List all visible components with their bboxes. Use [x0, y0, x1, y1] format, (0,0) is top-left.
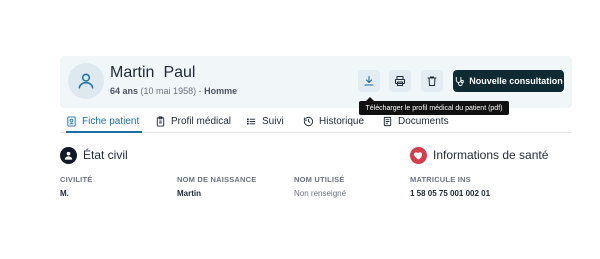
- active-tab-indicator: [66, 131, 142, 133]
- clipboard-icon: [156, 115, 165, 127]
- section-etat-civil: État civil: [60, 145, 128, 165]
- field-label-nom-naissance: NOM DE NAISSANCE: [177, 175, 257, 184]
- stethoscope-icon: [456, 76, 465, 86]
- patient-subinfo: 64 ans (10 mai 1958) - Homme: [110, 86, 237, 96]
- subinfo-separator: -: [198, 86, 202, 96]
- download-button[interactable]: [358, 70, 380, 92]
- new-consultation-button[interactable]: Nouvelle consultation: [453, 70, 564, 92]
- patient-name: Martin Paul: [110, 64, 195, 82]
- person-badge: [60, 146, 77, 164]
- field-value-matricule-ins: 1 58 05 75 001 002 01: [410, 189, 491, 198]
- field-label-nom-utilise: NOM UTILISÉ: [294, 175, 345, 184]
- patient-birthdate: (10 mai 1958): [140, 86, 197, 96]
- person-icon: [64, 151, 73, 160]
- heart-badge: [410, 146, 427, 164]
- section-title: État civil: [83, 148, 128, 162]
- tab-label: Documents: [398, 115, 449, 127]
- tab-label: Profil médical: [171, 115, 232, 127]
- patient-first-name: Paul: [163, 64, 196, 81]
- download-tooltip: Télécharger le profil médical du patient…: [359, 101, 509, 115]
- tab-label: Historique: [319, 115, 365, 127]
- section-informations-sante: Informations de santé: [410, 145, 548, 165]
- history-icon: [303, 116, 314, 126]
- section-title: Informations de santé: [433, 148, 549, 162]
- delete-button[interactable]: [421, 70, 443, 92]
- tab-profil-medical[interactable]: Profil médical: [155, 110, 231, 132]
- tab-historique[interactable]: Historique: [303, 110, 364, 132]
- field-value-nom-utilise: Non renseigné: [294, 189, 347, 198]
- patient-gender: Homme: [204, 86, 238, 96]
- print-icon: [395, 76, 405, 86]
- field-label-matricule-ins: MATRICULE INS: [410, 175, 471, 184]
- patient-last-name: Martin: [110, 64, 155, 81]
- new-consultation-label: Nouvelle consultation: [469, 76, 563, 86]
- tab-label: Suivi: [262, 115, 284, 127]
- tab-label: Fiche patient: [82, 115, 140, 127]
- document-icon: [383, 116, 392, 126]
- patient-avatar: [68, 63, 104, 99]
- id-card-icon: [67, 115, 76, 127]
- print-button[interactable]: [389, 70, 411, 92]
- trash-icon: [427, 76, 437, 86]
- heart-icon: [413, 151, 423, 160]
- field-label-civilite: CIVILITÉ: [60, 175, 93, 184]
- field-value-nom-naissance: Martin: [177, 189, 201, 198]
- field-value-civilite: M.: [60, 189, 69, 198]
- tab-suivi[interactable]: Suivi: [246, 110, 284, 132]
- download-icon: [364, 75, 374, 86]
- tab-fiche-patient[interactable]: Fiche patient: [66, 110, 142, 133]
- user-icon: [78, 73, 94, 89]
- dots-list-icon: [246, 117, 256, 125]
- patient-age: 64 ans: [110, 86, 139, 96]
